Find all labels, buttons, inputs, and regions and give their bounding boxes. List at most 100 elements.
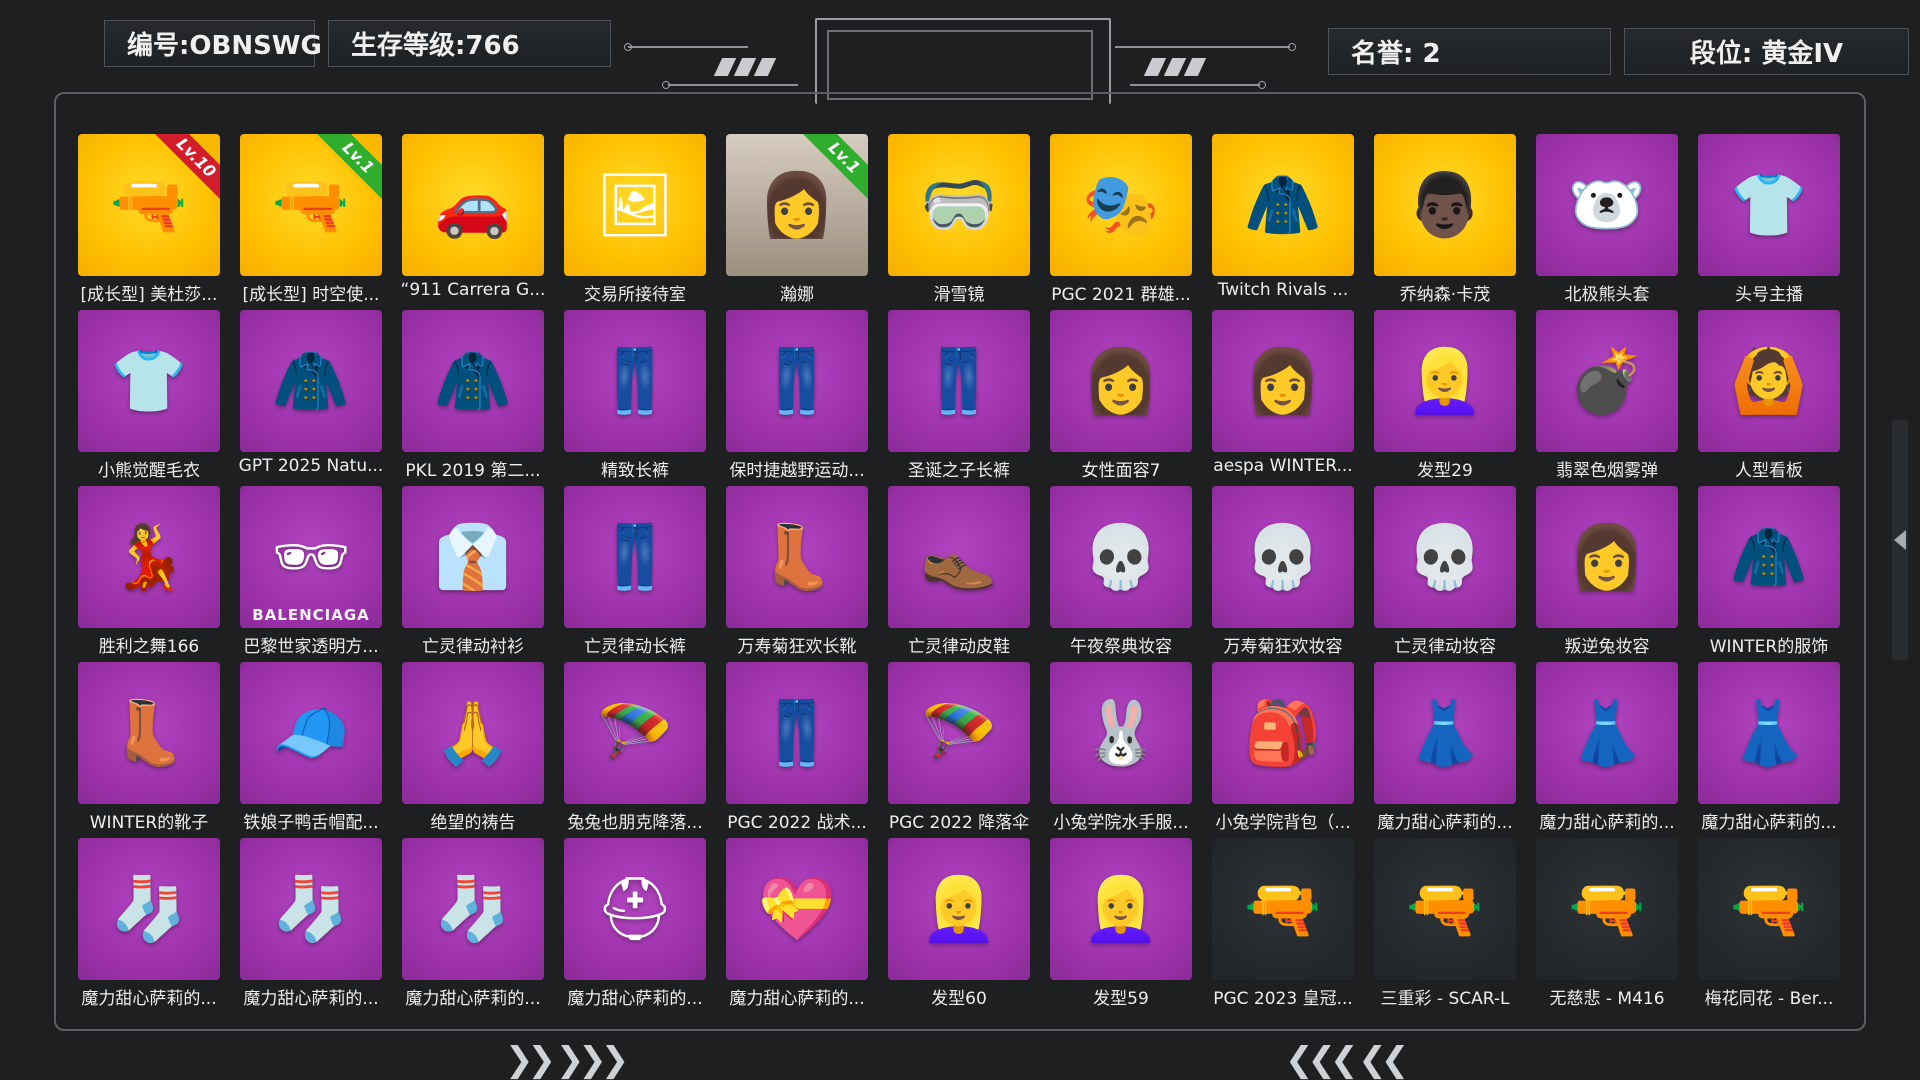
inventory-item[interactable]: 💀 午夜祭典妆容 [1050, 486, 1192, 658]
inventory-item[interactable]: 👔 亡灵律动衬衫 [402, 486, 544, 658]
inventory-item[interactable]: 💝 魔力甜心萨莉的... [726, 838, 868, 1010]
item-thumbnail: 🚗 [402, 134, 544, 276]
inventory-item[interactable]: 👨🏿 乔纳森·卡茂 [1374, 134, 1516, 306]
inventory-item[interactable]: 🔫 无慈悲 - M416 [1536, 838, 1678, 1010]
inventory-item[interactable]: 👱‍♀️ 发型60 [888, 838, 1030, 1010]
inventory-item[interactable]: 👱‍♀️ 发型59 [1050, 838, 1192, 1010]
item-thumbnail: 🙏 [402, 662, 544, 804]
face-icon: 👨🏿 [1406, 168, 1484, 241]
inventory-item[interactable]: 🎒 小兔学院背包（... [1212, 662, 1354, 834]
side-collapse-tab[interactable] [1892, 420, 1908, 660]
scroll-left-arrows[interactable]: ❮❮❮ ❮❮ [1285, 1040, 1409, 1080]
inventory-item[interactable]: 👖 亡灵律动长裤 [564, 486, 706, 658]
deco-line [1130, 84, 1260, 86]
item-label: 魔力甜心萨莉的... [1539, 813, 1675, 833]
item-label: [成长型] 美杜莎... [80, 285, 218, 305]
inventory-item[interactable]: 👩 叛逆兔妆容 [1536, 486, 1678, 658]
item-label: 魔力甜心萨莉的... [243, 989, 379, 1009]
inventory-item[interactable]: ⛑ 魔力甜心萨莉的... [564, 838, 706, 1010]
sweater-icon: 👕 [110, 344, 188, 417]
inventory-item[interactable]: 👖 圣诞之子长裤 [888, 310, 1030, 482]
inventory-item[interactable]: 🖼 交易所接待室 [564, 134, 706, 306]
inventory-item[interactable]: 👱‍♀️ 发型29 [1374, 310, 1516, 482]
item-label: PGC 2021 群雄... [1051, 285, 1191, 305]
stocking-icon: 🧦 [110, 872, 188, 945]
glasses-icon: 🕶 [271, 520, 351, 593]
inventory-item[interactable]: 👗 魔力甜心萨莉的... [1374, 662, 1516, 834]
item-label: 巴黎世家透明方... [243, 637, 379, 657]
item-label: 午夜祭典妆容 [1070, 637, 1172, 657]
inventory-item[interactable]: 💃 胜利之舞166 [78, 486, 220, 658]
inventory-item[interactable]: 🙆 人型看板 [1698, 310, 1840, 482]
inventory-item[interactable]: 🧥 PKL 2019 第二... [402, 310, 544, 482]
inventory-item[interactable]: 🚗 “911 Carrera G... [401, 134, 545, 306]
inventory-item[interactable]: 👗 魔力甜心萨莉的... [1536, 662, 1678, 834]
item-thumbnail: 💣 [1536, 310, 1678, 452]
inventory-item[interactable]: 🔫 Lv.1 [成长型] 时空使... [240, 134, 382, 306]
inventory-item[interactable]: 👗 魔力甜心萨莉的... [1698, 662, 1840, 834]
inventory-item[interactable]: 👖 精致长裤 [564, 310, 706, 482]
inventory-item[interactable]: 🐻‍❄️ 北极熊头套 [1536, 134, 1678, 306]
inventory-item[interactable]: 🧦 魔力甜心萨莉的... [240, 838, 382, 1010]
stocking-icon: 🧦 [272, 872, 350, 945]
rifle-icon: 🔫 [1730, 872, 1808, 945]
inventory-item[interactable]: 🪂 PGC 2022 降落伞 [888, 662, 1030, 834]
inventory-item[interactable]: 👞 亡灵律动皮鞋 [888, 486, 1030, 658]
deco-dot [662, 81, 670, 89]
inventory-item[interactable]: 🔫 PGC 2023 皇冠... [1212, 838, 1354, 1010]
dress-icon: 👗 [1568, 696, 1646, 769]
inventory-item[interactable]: 🙏 绝望的祷告 [402, 662, 544, 834]
inventory-item[interactable]: 🧦 魔力甜心萨莉的... [78, 838, 220, 1010]
inventory-item[interactable]: 🧥 WINTER的服饰 [1698, 486, 1840, 658]
item-label: aespa WINTER... [1213, 456, 1353, 476]
scroll-right-arrows[interactable]: ❯❯ ❯❯❯ [505, 1040, 629, 1080]
inventory-item[interactable]: 👩 女性面容7 [1050, 310, 1192, 482]
dance-icon: 💃 [110, 520, 188, 593]
inventory-item[interactable]: 🔫 梅花同花 - Ber... [1698, 838, 1840, 1010]
tshirt-icon: 👕 [1730, 168, 1808, 241]
inventory-item[interactable]: 🧦 魔力甜心萨莉的... [402, 838, 544, 1010]
bear-head-icon: 🐻‍❄️ [1568, 168, 1646, 241]
inventory-item[interactable]: 👢 WINTER的靴子 [78, 662, 220, 834]
inventory-item[interactable]: 👖 PGC 2022 战术... [726, 662, 868, 834]
inventory-item[interactable]: 👕 头号主播 [1698, 134, 1840, 306]
inventory-item[interactable]: 👢 万寿菊狂欢长靴 [726, 486, 868, 658]
item-thumbnail: 💃 [78, 486, 220, 628]
mask-icon: 🎭 [1082, 168, 1160, 241]
item-thumbnail: 🖼 [564, 134, 706, 276]
inventory-item[interactable]: 💀 万寿菊狂欢妆容 [1212, 486, 1354, 658]
inventory-item[interactable]: 🧢 铁娘子鸭舌帽配... [240, 662, 382, 834]
pants-icon: 👖 [920, 344, 998, 417]
inventory-item[interactable]: 👕 小熊觉醒毛衣 [78, 310, 220, 482]
item-label: 亡灵律动妆容 [1394, 637, 1496, 657]
hoodie-icon: 🧥 [272, 344, 350, 417]
item-thumbnail: 💝 [726, 838, 868, 980]
inventory-item[interactable]: 👖 保时捷越野运动... [726, 310, 868, 482]
helmet-icon: ⛑ [595, 872, 675, 945]
inventory-item[interactable]: 🐰 小兔学院水手服... [1050, 662, 1192, 834]
inventory-item[interactable]: 🧥 GPT 2025 Natu... [239, 310, 383, 482]
inventory-item[interactable]: 👩 aespa WINTER... [1212, 310, 1354, 482]
item-thumbnail: 👨🏿 [1374, 134, 1516, 276]
inventory-item[interactable]: 🪂 兔兔也朋克降落... [564, 662, 706, 834]
inventory-item[interactable]: 🔫 三重彩 - SCAR-L [1374, 838, 1516, 1010]
dress-icon: 👗 [1406, 696, 1484, 769]
item-thumbnail: 🔫 [1698, 838, 1840, 980]
goggles-icon: 🥽 [920, 168, 998, 241]
inventory-item[interactable]: 🎭 PGC 2021 群雄... [1050, 134, 1192, 306]
parachute-icon: 🪂 [920, 696, 998, 769]
item-thumbnail: 👖 [726, 662, 868, 804]
jacket-icon: 🧥 [1730, 520, 1808, 593]
item-thumbnail: 👖 [726, 310, 868, 452]
inventory-item[interactable]: 👩 Lv.1 瀚娜 [726, 134, 868, 306]
inventory-item[interactable]: 💣 翡翠色烟雾弹 [1536, 310, 1678, 482]
inventory-item[interactable]: 🕶 BALENCIAGA 巴黎世家透明方... [240, 486, 382, 658]
item-label: 保时捷越野运动... [729, 461, 865, 481]
inventory-item[interactable]: 🔫 Lv.10 [成长型] 美杜莎... [78, 134, 220, 306]
item-thumbnail: 💀 [1374, 486, 1516, 628]
deco-frame-inner [827, 30, 1093, 100]
chevron-left-icon [1894, 530, 1906, 550]
inventory-item[interactable]: 💀 亡灵律动妆容 [1374, 486, 1516, 658]
inventory-item[interactable]: 🥽 滑雪镜 [888, 134, 1030, 306]
inventory-item[interactable]: 🧥 Twitch Rivals ... [1212, 134, 1354, 306]
